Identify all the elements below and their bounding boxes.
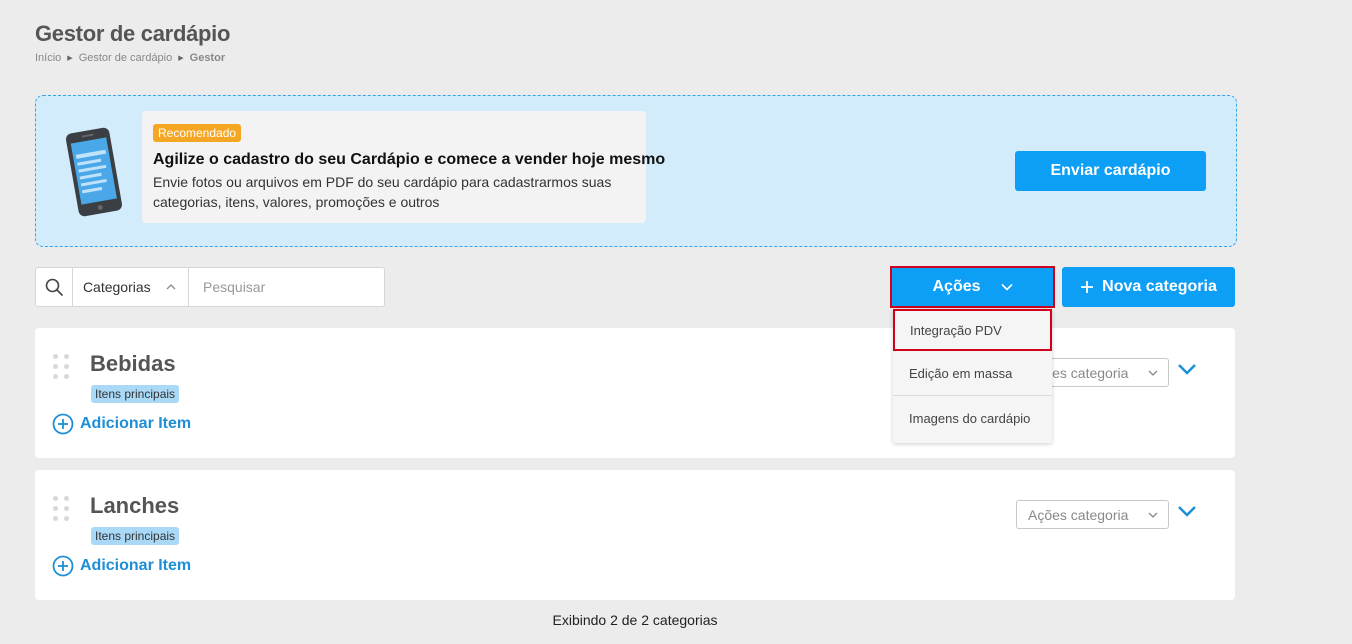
add-item-label: Adicionar Item (80, 557, 192, 574)
filter-select[interactable]: Categorias (73, 268, 189, 306)
category-card: Lanches Itens principais Adicionar Item … (35, 470, 1235, 600)
category-name: Lanches (90, 493, 180, 518)
menu-item-menu-images[interactable]: Imagens do cardápio (893, 396, 1052, 441)
menu-item-bulk-edit[interactable]: Edição em massa (893, 351, 1052, 396)
chevron-down-icon (1148, 370, 1158, 376)
chevron-down-icon (1000, 283, 1013, 291)
category-tag: Itens principais (91, 385, 180, 403)
phone-menu-icon (65, 127, 123, 217)
category-card: Bebidas Itens principais Adicionar Item … (35, 328, 1235, 458)
category-tag: Itens principais (91, 527, 180, 545)
upload-menu-banner: Recomendado Agilize o cadastro do seu Ca… (35, 95, 1237, 247)
drag-handle-icon[interactable] (53, 496, 69, 521)
plus-circle-icon (52, 555, 74, 577)
add-item-button[interactable]: Adicionar Item (52, 555, 191, 577)
new-category-button[interactable]: Nova categoria (1062, 267, 1235, 307)
plus-circle-icon (52, 413, 74, 435)
filter-select-value: Categorias (82, 279, 151, 295)
page-title: Gestor de cardápio (35, 21, 231, 46)
breadcrumb: Início ▶ Gestor de cardápio ▶ Gestor (35, 52, 225, 64)
menu-item-pdv-integration[interactable]: Integração PDV (893, 309, 1052, 351)
drag-handle-icon[interactable] (53, 354, 69, 379)
expand-chevron-icon[interactable] (1177, 362, 1197, 376)
breadcrumb-separator-icon: ▶ (178, 55, 184, 62)
recommended-badge: Recomendado (153, 124, 242, 142)
breadcrumb-menu-manager[interactable]: Gestor de cardápio (79, 52, 173, 64)
send-menu-button[interactable]: Enviar cardápio (1015, 151, 1206, 191)
actions-button-label: Ações (932, 278, 981, 295)
expand-chevron-icon[interactable] (1177, 504, 1197, 518)
banner-card: Recomendado Agilize o cadastro do seu Ca… (142, 111, 665, 223)
chevron-up-icon (166, 284, 176, 290)
banner-description: Envie fotos ou arquivos em PDF do seu ca… (153, 174, 612, 210)
add-item-label: Adicionar Item (80, 415, 192, 432)
actions-button[interactable]: Ações (890, 266, 1055, 308)
breadcrumb-separator-icon: ▶ (67, 55, 73, 62)
add-item-button[interactable]: Adicionar Item (52, 413, 191, 435)
actions-dropdown-menu: Integração PDV Edição em massa Imagens d… (893, 309, 1052, 443)
pagination-summary: Exibindo 2 de 2 categorias (552, 612, 718, 628)
new-category-label: Nova categoria (1102, 278, 1217, 295)
banner-heading: Agilize o cadastro do seu Cardápio e com… (153, 151, 666, 168)
chevron-down-icon (1148, 512, 1158, 518)
search-bar: Categorias (35, 267, 385, 307)
plus-icon (1081, 281, 1094, 293)
breadcrumb-home[interactable]: Início (35, 52, 61, 64)
category-actions-label: Ações categoria (1028, 506, 1129, 523)
category-actions-select[interactable]: Ações categoria (1016, 500, 1169, 529)
search-icon[interactable] (36, 268, 73, 306)
search-input[interactable] (189, 268, 384, 306)
category-name: Bebidas (90, 351, 176, 376)
breadcrumb-current: Gestor (189, 52, 226, 64)
